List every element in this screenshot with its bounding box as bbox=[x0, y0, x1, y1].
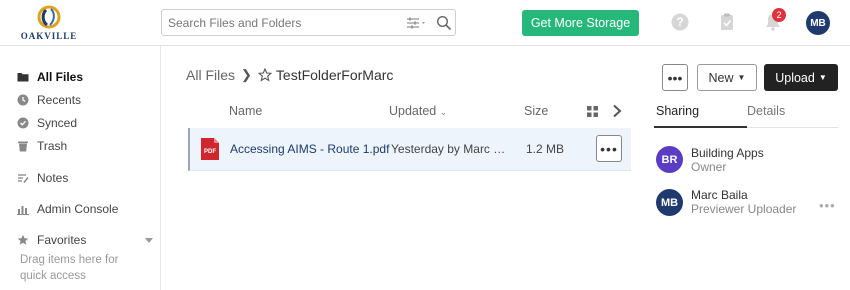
breadcrumb-current-folder: TestFolderForMarc bbox=[275, 67, 394, 83]
get-more-storage-button[interactable]: Get More Storage bbox=[522, 10, 639, 36]
more-options-button[interactable]: ••• bbox=[662, 64, 688, 91]
sidebar-item-notes[interactable]: Notes bbox=[17, 169, 68, 187]
notification-badge: 2 bbox=[772, 8, 786, 22]
table-row[interactable]: PDF Accessing AIMS - Route 1.pdf Yesterd… bbox=[188, 128, 631, 171]
breadcrumb: All Files ❯ TestFolderForMarc bbox=[186, 67, 393, 83]
collaborator-avatar: MB bbox=[656, 189, 683, 216]
column-header-updated-label: Updated bbox=[389, 104, 437, 118]
new-button[interactable]: New ▼ bbox=[697, 64, 757, 91]
sidebar-item-all-files[interactable]: All Files bbox=[17, 68, 83, 86]
sidebar-item-label: Admin Console bbox=[37, 202, 119, 216]
svg-text:?: ? bbox=[676, 15, 683, 29]
sidebar: All Files Recents Synced Trash Notes Adm… bbox=[0, 46, 161, 290]
star-icon bbox=[17, 234, 29, 245]
sidebar-item-label: All Files bbox=[37, 70, 84, 84]
tab-active-indicator bbox=[654, 126, 747, 128]
chart-icon bbox=[17, 206, 29, 215]
sync-icon bbox=[17, 117, 29, 129]
search-box[interactable] bbox=[161, 9, 456, 36]
collaborator-name: Building Apps bbox=[691, 146, 764, 160]
chevron-down-icon[interactable] bbox=[145, 238, 153, 243]
sidebar-item-label: Favorites bbox=[37, 233, 87, 247]
search-icon[interactable] bbox=[436, 15, 452, 31]
brand-name: OAKVILLE bbox=[20, 31, 78, 41]
column-header-size[interactable]: Size bbox=[524, 104, 548, 118]
sidebar-item-favorites[interactable]: Favorites bbox=[17, 231, 86, 249]
sidebar-item-label: Synced bbox=[37, 116, 78, 130]
clock-icon bbox=[17, 94, 29, 106]
folder-icon bbox=[17, 73, 29, 82]
chevron-right-icon[interactable] bbox=[612, 104, 622, 118]
sidebar-item-trash[interactable]: Trash bbox=[17, 137, 67, 155]
upload-button-label: Upload bbox=[775, 70, 815, 85]
collaborator-role: Owner bbox=[691, 160, 727, 174]
breadcrumb-root[interactable]: All Files bbox=[186, 67, 235, 83]
sort-down-icon: ⌄ bbox=[439, 107, 448, 117]
grid-view-icon[interactable] bbox=[587, 106, 598, 117]
collaborator-name: Marc Baila bbox=[691, 188, 748, 202]
column-header-name[interactable]: Name bbox=[229, 104, 262, 118]
new-button-label: New bbox=[708, 70, 734, 85]
row-more-options-button[interactable]: ••• bbox=[596, 135, 622, 162]
tab-sharing[interactable]: Sharing bbox=[656, 104, 699, 118]
help-icon[interactable]: ? bbox=[670, 12, 690, 32]
oak-logo-icon bbox=[37, 5, 61, 29]
sidebar-item-admin-console[interactable]: Admin Console bbox=[17, 200, 118, 218]
collaborator-more-button[interactable]: ••• bbox=[819, 198, 836, 213]
upload-button[interactable]: Upload ▼ bbox=[764, 64, 838, 91]
sidebar-item-label: Notes bbox=[37, 171, 69, 185]
notes-icon bbox=[18, 174, 29, 183]
file-size: 1.2 MB bbox=[526, 142, 565, 156]
filter-icon[interactable] bbox=[406, 16, 428, 30]
collaborator-avatar: BR bbox=[656, 146, 683, 173]
tasks-icon[interactable] bbox=[717, 12, 737, 32]
user-avatar[interactable]: MB bbox=[806, 11, 830, 35]
collaborator-role[interactable]: Previewer Uploader bbox=[691, 202, 796, 216]
brand-logo[interactable]: OAKVILLE bbox=[18, 4, 80, 44]
sidebar-item-recents[interactable]: Recents bbox=[17, 91, 81, 109]
file-name-link[interactable]: Accessing AIMS - Route 1.pdf bbox=[230, 142, 389, 156]
column-header-updated[interactable]: Updated ⌄ bbox=[389, 104, 447, 118]
caret-down-icon: ▼ bbox=[818, 73, 827, 82]
favorites-hint: Drag items here for quick access bbox=[20, 254, 119, 282]
caret-down-icon: ▼ bbox=[737, 73, 746, 82]
star-outline-icon[interactable] bbox=[257, 68, 272, 82]
pdf-badge-text: PDF bbox=[204, 149, 216, 155]
chevron-right-icon: ❯ bbox=[241, 67, 252, 82]
sidebar-item-label: Trash bbox=[37, 139, 68, 153]
pdf-file-icon: PDF bbox=[201, 138, 219, 160]
tab-details[interactable]: Details bbox=[747, 104, 785, 118]
file-updated: Yesterday by Marc Baila bbox=[391, 142, 509, 156]
sidebar-item-synced[interactable]: Synced bbox=[17, 114, 77, 132]
search-input[interactable] bbox=[168, 14, 398, 32]
top-bar: OAKVILLE Get More Storage ? 2 MB bbox=[0, 0, 850, 46]
trash-icon bbox=[18, 141, 28, 152]
sidebar-item-label: Recents bbox=[37, 93, 82, 107]
